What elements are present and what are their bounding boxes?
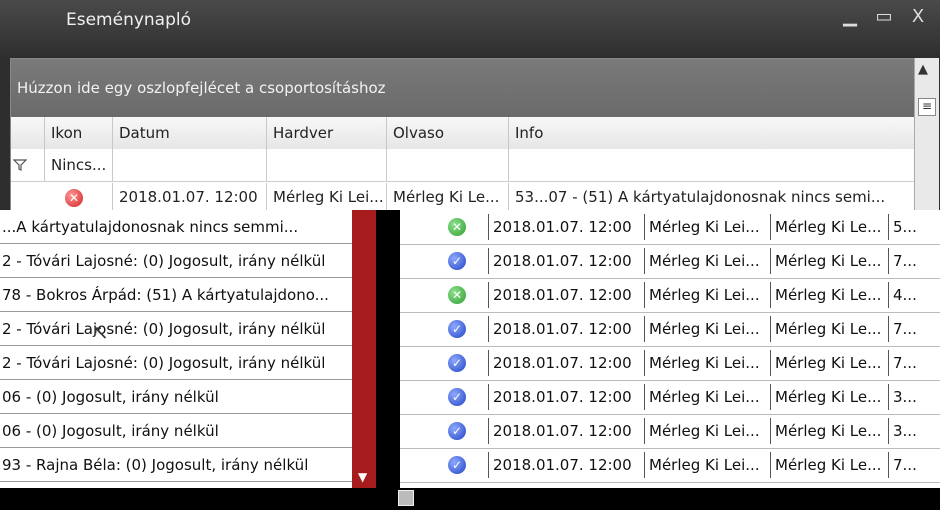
check-icon: ✓ (448, 456, 466, 474)
datum-cell: 2018.01.07. 12:00 (488, 350, 644, 376)
column-header-ikon[interactable]: Ikon (45, 117, 113, 149)
check-icon: ✓ (448, 422, 466, 440)
group-hint-text: Húzzon ide egy oszlopfejlécet a csoporto… (17, 79, 386, 97)
ok-icon: ✕ (448, 286, 466, 304)
datum-cell: 2018.01.07. 12:00 (488, 452, 644, 478)
olvaso-cell: Mérleg Ki Le... (770, 316, 888, 342)
table-row[interactable]: ✓ 2018.01.07. 12:00 Mérleg Ki Lei... Mér… (400, 414, 940, 449)
list-item[interactable]: 2 - Tóvári Lajosné: (0) Jogosult, irány … (0, 244, 352, 278)
hardver-cell: Mérleg Ki Lei... (644, 214, 770, 240)
events-pane: ✕ 2018.01.07. 12:00 Mérleg Ki Lei... Mér… (400, 210, 940, 488)
datum-cell: 2018.01.07. 12:00 (113, 183, 267, 211)
left-scrollbar[interactable]: ▼ (352, 210, 376, 488)
icon-cell: ✕ (11, 183, 113, 211)
list-item[interactable]: 2 - Tóvári Lajosné: (0) Jogosult, irány … (0, 312, 352, 346)
event-log-window: Eseménynapló ▁ ▭ X Húzzon ide egy oszlop… (0, 0, 940, 212)
table-row[interactable]: ✓ 2018.01.07. 12:00 Mérleg Ki Lei... Mér… (400, 380, 940, 415)
list-item[interactable]: 93 - Rajna Béla: (0) Jogosult, irány nél… (0, 448, 352, 482)
filter-cell-info[interactable] (509, 149, 915, 181)
column-header-row: Ikon Datum Hardver Olvaso Info (11, 117, 915, 150)
datum-cell: 2018.01.07. 12:00 (488, 316, 644, 342)
table-row[interactable]: ✓ 2018.01.07. 12:00 Mérleg Ki Lei... Mér… (400, 448, 940, 483)
hardver-cell: Mérleg Ki Lei... (644, 350, 770, 376)
table-row[interactable]: ✕ 2018.01.07. 12:00 Mérleg Ki Lei... Mér… (11, 183, 915, 211)
hardver-cell: Mérleg Ki Lei... (644, 282, 770, 308)
info-cell: 5... (888, 214, 940, 240)
pane-divider (376, 210, 400, 510)
funnel-icon[interactable] (11, 149, 45, 181)
column-header-olvaso[interactable]: Olvaso (387, 117, 509, 149)
filter-row: Nincs... (11, 149, 915, 182)
event-grid: Húzzon ide egy oszlopfejlécet a csoporto… (10, 58, 916, 212)
error-icon: ✕ (65, 189, 83, 207)
info-cell: 7... (888, 316, 940, 342)
info-cell: 7... (888, 350, 940, 376)
hardver-cell: Mérleg Ki Lei... (644, 248, 770, 274)
list-item[interactable]: 78 - Bokros Árpád: (51) A kártyatulajdon… (0, 278, 352, 312)
filter-cell-ikon[interactable]: Nincs... (45, 149, 113, 181)
filter-cell-hardver[interactable] (267, 149, 387, 181)
olvaso-cell: Mérleg Ki Le... (770, 418, 888, 444)
hardver-cell: Mérleg Ki Lei... (644, 452, 770, 478)
info-cell: 7... (888, 452, 940, 478)
hardver-cell: Mérleg Ki Lei... (644, 384, 770, 410)
table-row[interactable]: ✕ 2018.01.07. 12:00 Mérleg Ki Lei... Mér… (400, 278, 940, 313)
group-panel[interactable]: Húzzon ide egy oszlopfejlécet a csoporto… (11, 59, 915, 117)
olvaso-cell: Mérleg Ki Le... (770, 452, 888, 478)
list-item[interactable]: 06 - (0) Jogosult, irány nélkül (0, 380, 352, 414)
table-row[interactable]: ✓ 2018.01.07. 12:00 Mérleg Ki Lei... Mér… (400, 244, 940, 279)
resize-grip-icon[interactable] (398, 490, 414, 506)
olvaso-cell: Mérleg Ki Le... (770, 384, 888, 410)
ok-icon: ✕ (448, 218, 466, 236)
check-icon: ✓ (448, 320, 466, 338)
column-header-hardver[interactable]: Hardver (267, 117, 387, 149)
list-item[interactable]: 2 - Tóvári Lajosné: (0) Jogosult, irány … (0, 346, 352, 380)
column-header-info[interactable]: Info (509, 117, 915, 149)
table-row[interactable]: ✕ 2018.01.07. 12:00 Mérleg Ki Lei... Mér… (400, 210, 940, 245)
info-cell: 3... (888, 418, 940, 444)
olvaso-cell: Mérleg Ki Le... (770, 214, 888, 240)
hardver-cell: Mérleg Ki Lei... (644, 418, 770, 444)
info-cell: 7... (888, 248, 940, 274)
check-icon: ✓ (448, 388, 466, 406)
olvaso-cell: Mérleg Ki Le... (770, 282, 888, 308)
row-indicator-header (11, 117, 45, 149)
info-column-pane: ...A kártyatulajdonosnak nincs semmi... … (0, 210, 352, 488)
datum-cell: 2018.01.07. 12:00 (488, 282, 644, 308)
column-header-datum[interactable]: Datum (113, 117, 267, 149)
datum-cell: 2018.01.07. 12:00 (488, 248, 644, 274)
scroll-up-icon[interactable]: ▲ (918, 62, 928, 77)
datum-cell: 2018.01.07. 12:00 (488, 418, 644, 444)
olvaso-cell: Mérleg Ki Le... (770, 350, 888, 376)
vertical-scrollbar[interactable]: ▲ ≡ (914, 58, 939, 210)
close-button[interactable]: X (906, 6, 930, 27)
mouse-cursor-icon: ↖ (92, 320, 109, 344)
check-icon: ✓ (448, 252, 466, 270)
info-cell: 53...07 - (51) A kártyatulajdonosnak nin… (515, 188, 886, 206)
window-title: Eseménynapló (66, 10, 192, 30)
info-cell: 4... (888, 282, 940, 308)
olvaso-cell: Mérleg Ki Le... (770, 248, 888, 274)
list-item[interactable]: ...A kártyatulajdonosnak nincs semmi... (0, 210, 352, 244)
maximize-button[interactable]: ▭ (872, 6, 896, 27)
column-chooser-icon[interactable]: ≡ (918, 98, 936, 116)
hardver-cell: Mérleg Ki Lei... (644, 316, 770, 342)
scroll-down-icon[interactable]: ▼ (358, 470, 367, 484)
glitched-lower-area: ...A kártyatulajdonosnak nincs semmi... … (0, 210, 940, 510)
filter-cell-datum[interactable] (113, 149, 267, 181)
info-cell: 3... (888, 384, 940, 410)
hardver-cell: Mérleg Ki Lei... (267, 183, 387, 211)
datum-cell: 2018.01.07. 12:00 (488, 214, 644, 240)
list-item[interactable]: 06 - (0) Jogosult, irány nélkül (0, 414, 352, 448)
title-bar[interactable]: Eseménynapló ▁ ▭ X (0, 0, 940, 56)
check-icon: ✓ (448, 354, 466, 372)
datum-cell: 2018.01.07. 12:00 (488, 384, 644, 410)
table-row[interactable]: ✓ 2018.01.07. 12:00 Mérleg Ki Lei... Mér… (400, 346, 940, 381)
minimize-button[interactable]: ▁ (838, 6, 862, 27)
table-row[interactable]: ✓ 2018.01.07. 12:00 Mérleg Ki Lei... Mér… (400, 312, 940, 347)
filter-cell-olvaso[interactable] (387, 149, 509, 181)
olvaso-cell: Mérleg Ki Le... (387, 183, 509, 211)
